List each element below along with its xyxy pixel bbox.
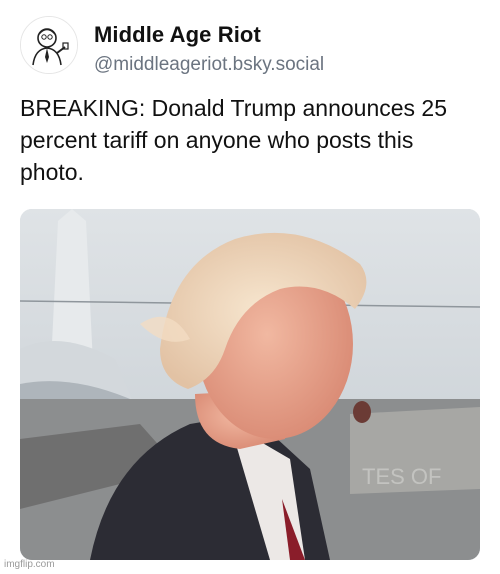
- caricature-avatar-icon: [21, 17, 77, 73]
- author-avatar[interactable]: [20, 16, 78, 74]
- author-handle[interactable]: @middleageriot.bsky.social: [94, 54, 324, 76]
- post-image[interactable]: TES OF: [20, 209, 480, 560]
- imgflip-watermark: imgflip.com: [4, 559, 55, 570]
- post-text: BREAKING: Donald Trump announces 25 perc…: [20, 95, 448, 185]
- photo-icon: TES OF: [20, 209, 480, 560]
- background-sign-text: TES OF: [362, 464, 441, 489]
- author-display-name[interactable]: Middle Age Riot: [94, 22, 261, 48]
- post-header: Middle Age Riot @middleageriot.bsky.soci…: [20, 16, 480, 80]
